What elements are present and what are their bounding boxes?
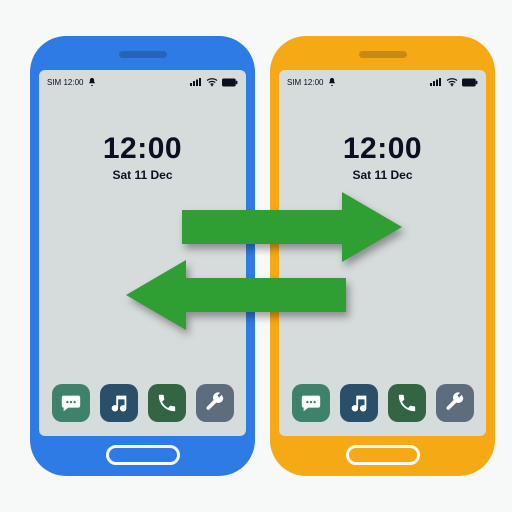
phone-left: SIM 12:00 12:00 Sat 11 Dec	[30, 36, 255, 476]
sim-label: SIM 12:00	[47, 78, 83, 87]
clock-date: Sat 11 Dec	[279, 168, 486, 182]
app-dock	[39, 372, 246, 436]
lock-screen-clock: 12:00 Sat 11 Dec	[279, 132, 486, 182]
speaker-slot	[359, 51, 407, 58]
home-button[interactable]	[106, 445, 180, 465]
music-app[interactable]	[100, 384, 138, 422]
wrench-icon	[444, 392, 466, 414]
battery-icon	[462, 78, 478, 87]
app-dock	[279, 372, 486, 436]
battery-icon	[222, 78, 238, 87]
music-app[interactable]	[340, 384, 378, 422]
sim-label: SIM 12:00	[287, 78, 323, 87]
wifi-icon	[206, 77, 218, 87]
wifi-icon	[446, 77, 458, 87]
messages-app[interactable]	[52, 384, 90, 422]
phone-app[interactable]	[148, 384, 186, 422]
status-bar: SIM 12:00	[279, 70, 486, 90]
tools-app[interactable]	[436, 384, 474, 422]
wrench-icon	[204, 392, 226, 414]
phone-app[interactable]	[388, 384, 426, 422]
phone-handset-icon	[396, 392, 418, 414]
clock-time: 12:00	[39, 132, 246, 166]
phone-left-screen: SIM 12:00 12:00 Sat 11 Dec	[39, 70, 246, 436]
clock-date: Sat 11 Dec	[39, 168, 246, 182]
chat-icon	[300, 392, 322, 414]
messages-app[interactable]	[292, 384, 330, 422]
music-note-icon	[108, 392, 130, 414]
bell-icon	[327, 77, 337, 87]
phone-handset-icon	[156, 392, 178, 414]
signal-icon	[190, 77, 202, 87]
transfer-illustration: SIM 12:00 12:00 Sat 11 Dec	[0, 0, 512, 512]
music-note-icon	[348, 392, 370, 414]
phone-right: SIM 12:00 12:00 Sat 11 Dec	[270, 36, 495, 476]
tools-app[interactable]	[196, 384, 234, 422]
phone-right-screen: SIM 12:00 12:00 Sat 11 Dec	[279, 70, 486, 436]
speaker-slot	[119, 51, 167, 58]
clock-time: 12:00	[279, 132, 486, 166]
status-bar: SIM 12:00	[39, 70, 246, 90]
home-button[interactable]	[346, 445, 420, 465]
lock-screen-clock: 12:00 Sat 11 Dec	[39, 132, 246, 182]
bell-icon	[87, 77, 97, 87]
chat-icon	[60, 392, 82, 414]
signal-icon	[430, 77, 442, 87]
